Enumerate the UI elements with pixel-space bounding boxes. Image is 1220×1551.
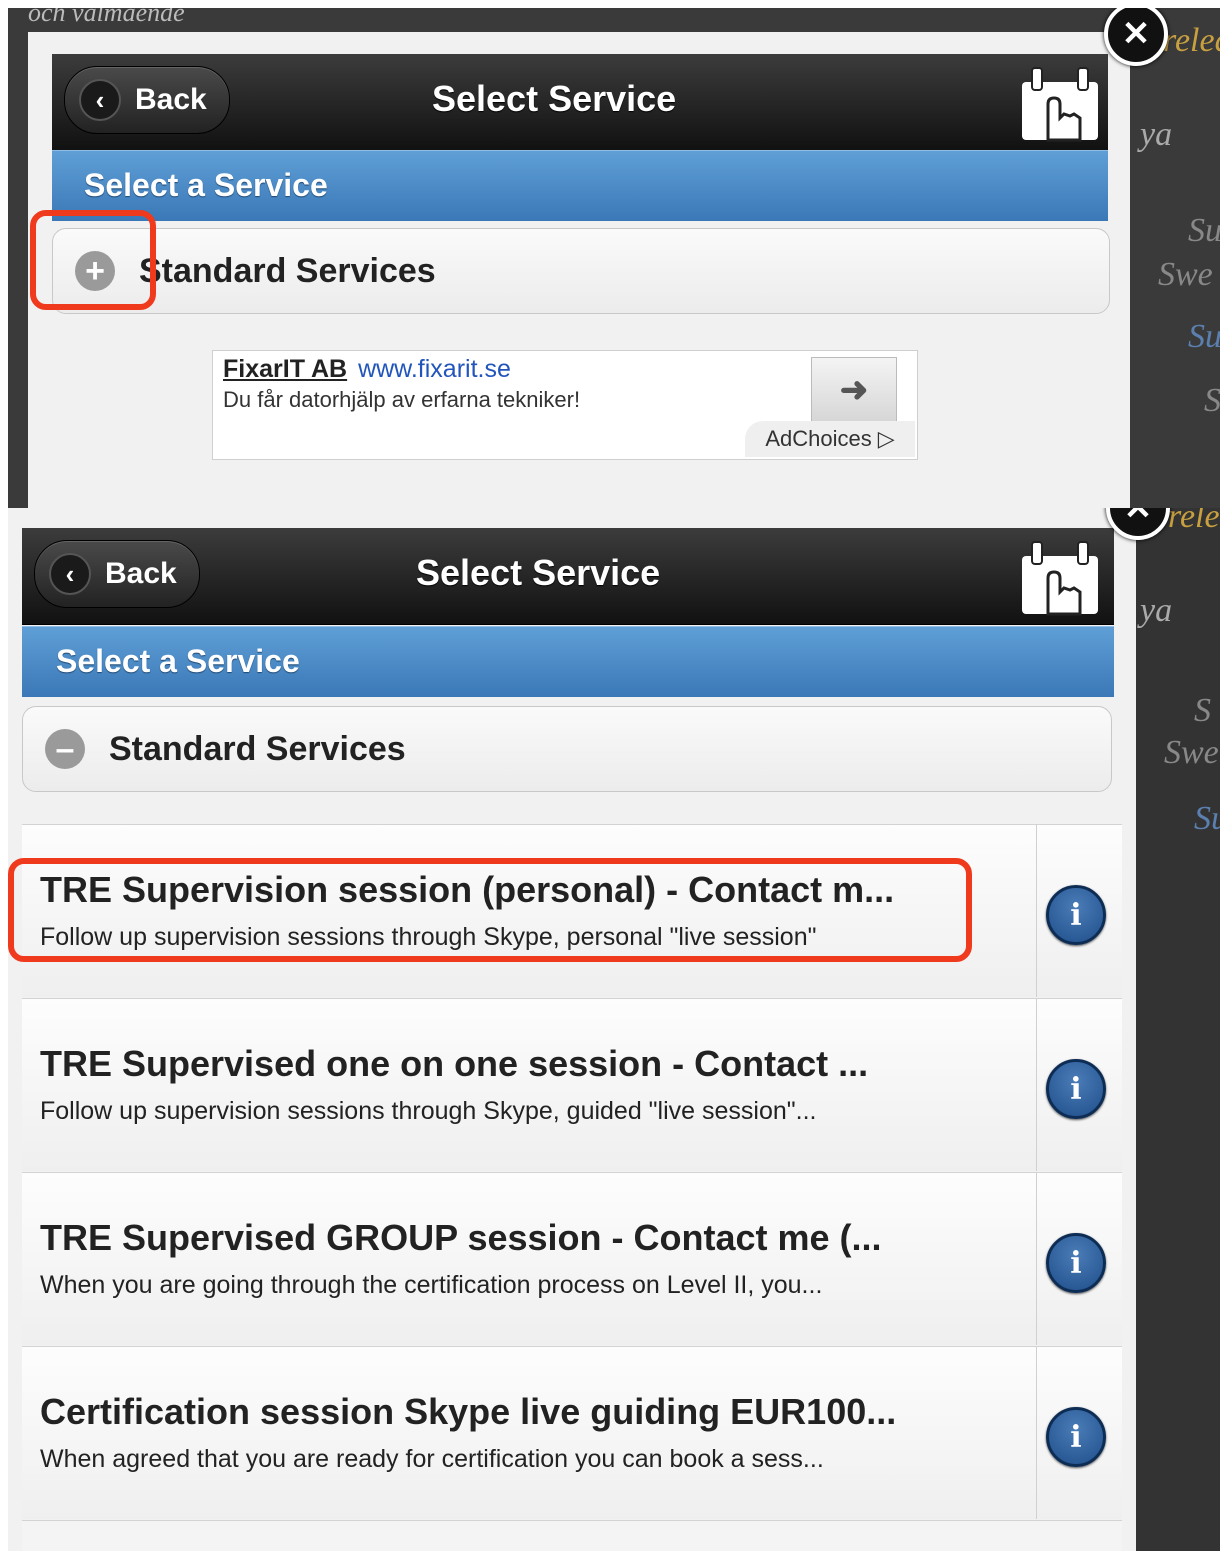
info-icon[interactable]: i bbox=[1046, 1233, 1106, 1293]
chevron-left-icon: ‹ bbox=[79, 79, 121, 121]
ad-advertiser-link[interactable]: FixarIT AB bbox=[223, 355, 347, 383]
service-item-main[interactable]: TRE Supervised one on one session - Cont… bbox=[22, 999, 1037, 1171]
service-item-main[interactable]: Certification session Skype live guiding… bbox=[22, 1347, 1037, 1519]
top-screenshot: och valmaende releas ya Su Swe Su S ‹ Ba… bbox=[8, 8, 1220, 508]
section-header: Select a Service bbox=[52, 150, 1108, 221]
page-title: Select Service bbox=[432, 78, 677, 119]
background-text: Su bbox=[1188, 212, 1220, 249]
back-button[interactable]: ‹ Back bbox=[64, 66, 230, 134]
service-title: Certification session Skype live guiding… bbox=[40, 1391, 897, 1432]
section-title: Select a Service bbox=[56, 643, 300, 679]
service-item-main[interactable]: TRE Supervised GROUP session - Contact m… bbox=[22, 1173, 1037, 1345]
chevron-left-icon: ‹ bbox=[49, 553, 91, 595]
collapsible-standard-services[interactable]: + Standard Services bbox=[52, 228, 1110, 314]
annotation-highlight-plus bbox=[30, 210, 156, 310]
background-text: ya bbox=[1140, 116, 1173, 153]
header-bar: ‹ Back Select Service bbox=[52, 54, 1108, 151]
page-backdrop bbox=[1128, 508, 1220, 1551]
service-title: TRE Supervised GROUP session - Contact m… bbox=[40, 1217, 882, 1258]
service-item[interactable]: TRE Supervised GROUP session - Contact m… bbox=[22, 1172, 1122, 1345]
header-bar: ‹ Back Select Service bbox=[22, 528, 1114, 625]
background-text: S bbox=[1204, 382, 1220, 419]
hand-calendar-logo-icon bbox=[1022, 67, 1098, 142]
ad-url-link[interactable]: www.fixarit.se bbox=[358, 355, 511, 383]
close-icon: ✕ bbox=[1121, 15, 1151, 53]
service-description: Follow up supervision sessions through S… bbox=[40, 1097, 817, 1125]
section-header: Select a Service bbox=[22, 626, 1114, 697]
info-icon[interactable]: i bbox=[1046, 1407, 1106, 1467]
collapsible-label: Standard Services bbox=[109, 729, 406, 768]
page-title: Select Service bbox=[416, 552, 661, 593]
minus-circle-icon: – bbox=[45, 729, 85, 769]
adchoices-icon: ▷ bbox=[877, 426, 895, 451]
background-text: releas bbox=[1163, 22, 1220, 59]
back-label: Back bbox=[135, 83, 207, 116]
background-text: ya bbox=[1140, 592, 1173, 629]
ad-text: Du får datorhjälp av erfarna tekniker! bbox=[223, 387, 581, 412]
list-divider bbox=[22, 1520, 1122, 1551]
ad-banner[interactable]: FixarIT AB www.fixarit.se Du får datorhj… bbox=[212, 350, 918, 460]
background-text: Swe bbox=[1164, 734, 1219, 771]
service-description: When agreed that you are ready for certi… bbox=[40, 1445, 824, 1473]
background-text: Swe bbox=[1158, 256, 1213, 293]
ad-arrow-button[interactable]: ➜ bbox=[811, 357, 897, 423]
close-icon: ✕ bbox=[1123, 508, 1153, 527]
background-link: Su bbox=[1188, 318, 1220, 355]
adchoices-link[interactable]: AdChoices ▷ bbox=[745, 421, 915, 457]
service-item[interactable]: TRE Supervised one on one session - Cont… bbox=[22, 998, 1122, 1171]
annotation-highlight-service bbox=[8, 858, 972, 962]
bottom-screenshot: releas ya S Swe Su ‹ Back Select Service… bbox=[8, 508, 1220, 1551]
hand-calendar-logo-icon bbox=[1022, 541, 1098, 616]
service-item[interactable]: Certification session Skype live guiding… bbox=[22, 1346, 1122, 1519]
background-text: S bbox=[1194, 692, 1211, 729]
select-service-modal: ‹ Back Select Service Select a Service +… bbox=[28, 32, 1130, 508]
background-text: releas bbox=[1168, 508, 1220, 535]
service-description: When you are going through the certifica… bbox=[40, 1271, 823, 1299]
section-title: Select a Service bbox=[84, 167, 328, 203]
arrow-right-icon: ➜ bbox=[839, 371, 869, 409]
background-text: och valmaende bbox=[28, 8, 185, 27]
info-icon[interactable]: i bbox=[1046, 1059, 1106, 1119]
info-icon[interactable]: i bbox=[1046, 885, 1106, 945]
collapsible-standard-services[interactable]: – Standard Services bbox=[22, 706, 1112, 792]
select-service-modal: ‹ Back Select Service Select a Service –… bbox=[8, 508, 1136, 1551]
adchoices-label: AdChoices bbox=[765, 426, 872, 451]
service-title: TRE Supervised one on one session - Cont… bbox=[40, 1043, 869, 1084]
collapsible-label: Standard Services bbox=[139, 251, 436, 290]
back-button[interactable]: ‹ Back bbox=[34, 540, 200, 608]
background-link: Su bbox=[1194, 800, 1220, 837]
back-label: Back bbox=[105, 557, 177, 590]
